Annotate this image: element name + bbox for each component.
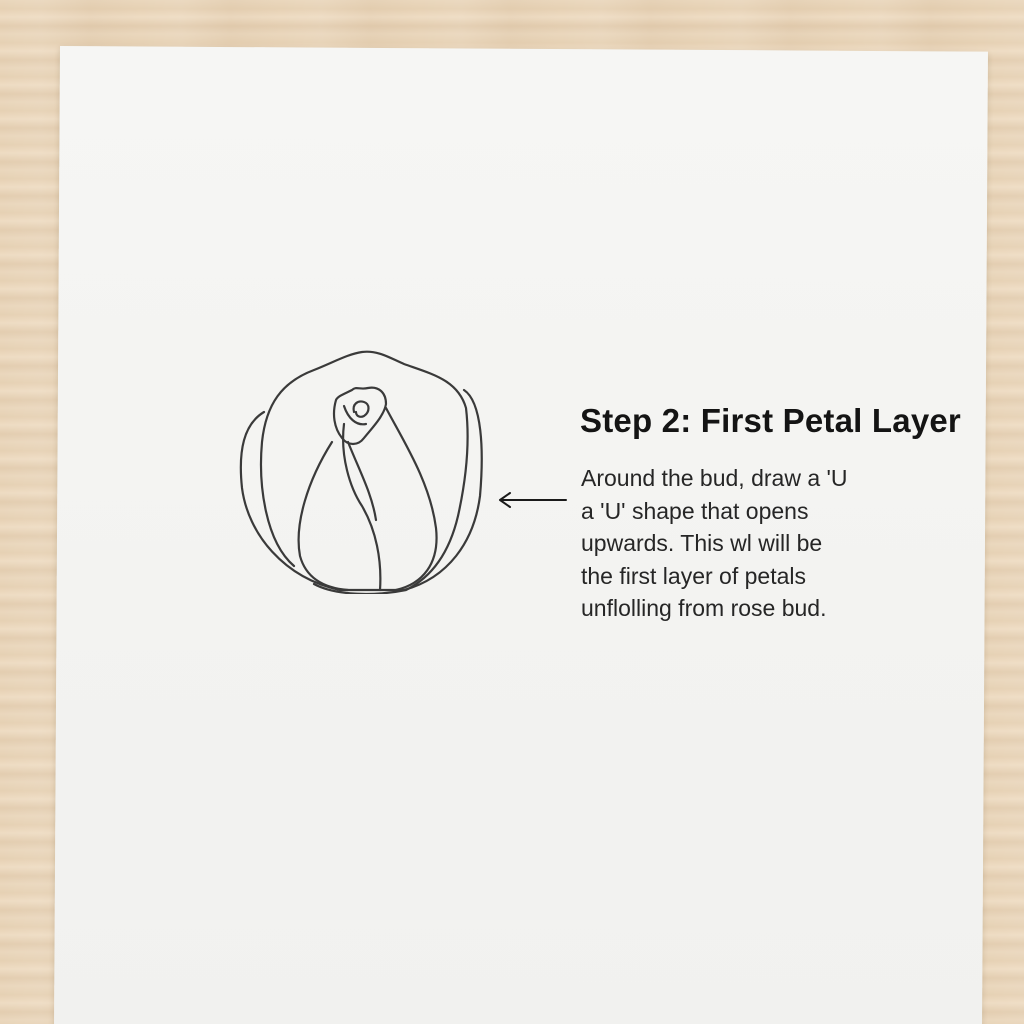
instruction-line: Around the bud, draw a 'U	[581, 465, 848, 491]
bud-swirl-tail	[342, 404, 368, 426]
inner-right-petal	[384, 406, 438, 592]
outer-right-petal	[402, 388, 483, 592]
rose-bud-drawing	[239, 350, 483, 594]
instruction-line: the first layer of petals	[581, 562, 806, 589]
instruction-line: upwards. This wl will be	[581, 530, 823, 556]
instruction-line: unflolling from rose bud.	[581, 595, 827, 621]
bud-swirl	[352, 400, 370, 418]
bud-center-line	[342, 422, 382, 592]
inner-left-petal	[297, 440, 350, 592]
step-instructions: Around the bud, draw a 'U a 'U' shape th…	[581, 462, 941, 625]
arrow-left-icon	[499, 492, 567, 508]
step-title: Step 2: First Petal Layer	[580, 402, 961, 439]
instruction-line: a 'U' shape that opens	[581, 497, 809, 524]
bud-center-fold	[346, 440, 378, 522]
